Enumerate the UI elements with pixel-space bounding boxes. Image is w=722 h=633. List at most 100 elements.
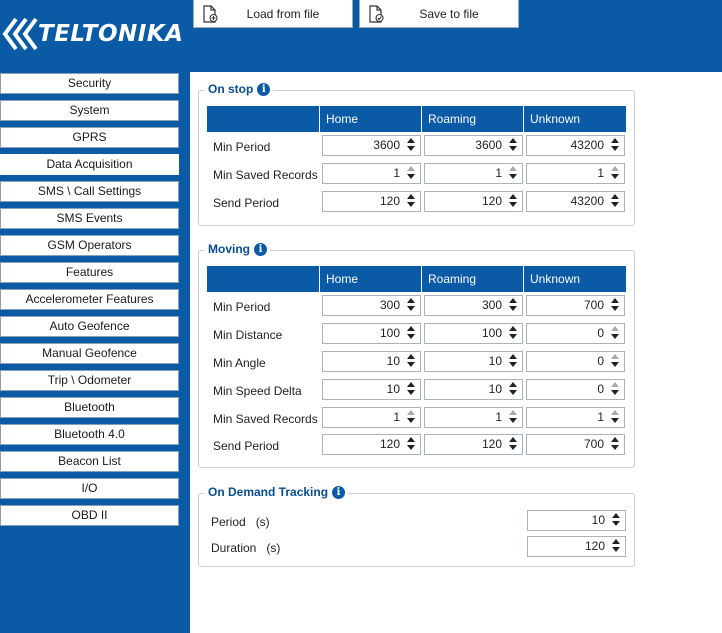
spinner-arrows-icon[interactable] bbox=[609, 165, 621, 182]
sidebar-item-bluetooth-4[interactable]: Bluetooth 4.0 bbox=[0, 424, 179, 445]
moving-send-period-unknown[interactable]: 700 bbox=[526, 434, 625, 455]
load-from-file-button[interactable]: Load from file bbox=[193, 0, 353, 28]
spinner-arrows-icon[interactable] bbox=[507, 165, 519, 182]
on-stop-min-saved-records-unknown[interactable]: 1 bbox=[526, 163, 625, 184]
sidebar-item-accelerometer-features[interactable]: Accelerometer Features bbox=[0, 289, 179, 310]
header-blank bbox=[207, 266, 319, 292]
row-label: Send Period bbox=[213, 439, 280, 453]
moving-min-distance-unknown[interactable]: 0 bbox=[526, 323, 625, 344]
on-stop-min-saved-records-roaming[interactable]: 1 bbox=[424, 163, 523, 184]
info-icon[interactable]: i bbox=[257, 82, 271, 96]
sidebar: Security System GPRS Data Acquisition SM… bbox=[0, 72, 190, 633]
on-stop-min-period-home[interactable]: 3600 bbox=[322, 135, 421, 156]
sidebar-item-trip-odometer[interactable]: Trip \ Odometer bbox=[0, 370, 179, 391]
moving-min-distance-home[interactable]: 100 bbox=[322, 323, 421, 344]
moving-send-period-home[interactable]: 120 bbox=[322, 434, 421, 455]
spinner-arrows-icon[interactable] bbox=[609, 325, 621, 342]
moving-min-saved-records-roaming[interactable]: 1 bbox=[424, 407, 523, 428]
spinner-arrows-icon[interactable] bbox=[405, 436, 417, 453]
sidebar-item-sms-call-settings[interactable]: SMS \ Call Settings bbox=[0, 181, 179, 202]
on-stop-send-period-unknown[interactable]: 43200 bbox=[526, 191, 625, 212]
header-blank bbox=[207, 106, 319, 132]
on-stop-min-saved-records-home[interactable]: 1 bbox=[322, 163, 421, 184]
sidebar-item-data-acquisition[interactable]: Data Acquisition bbox=[0, 154, 179, 175]
spinner-arrows-icon[interactable] bbox=[507, 193, 519, 210]
on-demand-title-text: On Demand Tracking bbox=[208, 485, 329, 499]
moving-min-angle-home[interactable]: 10 bbox=[322, 351, 421, 372]
sidebar-item-security[interactable]: Security bbox=[0, 73, 179, 94]
on-stop-send-period-roaming[interactable]: 120 bbox=[424, 191, 523, 212]
sidebar-item-auto-geofence[interactable]: Auto Geofence bbox=[0, 316, 179, 337]
info-icon[interactable]: i bbox=[254, 242, 267, 256]
save-to-file-button[interactable]: Save to file bbox=[359, 0, 519, 28]
header-home: Home bbox=[319, 266, 421, 292]
moving-min-speed-delta-home[interactable]: 10 bbox=[322, 379, 421, 400]
teltonika-logo: TELTONIKA bbox=[2, 14, 183, 54]
moving-min-angle-unknown[interactable]: 0 bbox=[526, 351, 625, 372]
spinner-arrows-icon[interactable] bbox=[609, 137, 621, 154]
duration-label: Duration (s) bbox=[211, 541, 281, 555]
sidebar-item-bluetooth[interactable]: Bluetooth bbox=[0, 397, 179, 418]
sidebar-item-manual-geofence[interactable]: Manual Geofence bbox=[0, 343, 179, 364]
row-label: Send Period bbox=[213, 196, 280, 210]
spinner-arrows-icon[interactable] bbox=[507, 353, 519, 370]
spinner-arrows-icon[interactable] bbox=[507, 409, 519, 426]
spinner-arrows-icon[interactable] bbox=[609, 381, 621, 398]
spinner-arrows-icon[interactable] bbox=[609, 297, 621, 314]
sidebar-item-gsm-operators[interactable]: GSM Operators bbox=[0, 235, 179, 256]
header-roaming: Roaming bbox=[421, 266, 523, 292]
spinner-arrows-icon[interactable] bbox=[405, 193, 417, 210]
row-label: Min Speed Delta bbox=[213, 384, 302, 398]
spinner-arrows-icon[interactable] bbox=[405, 409, 417, 426]
sidebar-item-beacon-list[interactable]: Beacon List bbox=[0, 451, 179, 472]
on-demand-duration-input[interactable]: 120 bbox=[527, 536, 626, 557]
spinner-arrows-icon[interactable] bbox=[405, 381, 417, 398]
spinner-arrows-icon[interactable] bbox=[507, 137, 519, 154]
row-label: Min Distance bbox=[213, 328, 283, 342]
spinner-arrows-icon[interactable] bbox=[405, 297, 417, 314]
sidebar-item-io[interactable]: I/O bbox=[0, 478, 179, 499]
sidebar-item-obd-ii[interactable]: OBD II bbox=[0, 505, 179, 526]
on-stop-min-period-unknown[interactable]: 43200 bbox=[526, 135, 625, 156]
spinner-arrows-icon[interactable] bbox=[609, 409, 621, 426]
spinner-arrows-icon[interactable] bbox=[507, 436, 519, 453]
moving-min-speed-delta-unknown[interactable]: 0 bbox=[526, 379, 625, 400]
period-label: Period (s) bbox=[211, 515, 270, 529]
save-to-file-label: Save to file bbox=[419, 6, 479, 21]
spinner-arrows-icon[interactable] bbox=[507, 381, 519, 398]
moving-group: Moving i Home Roaming Unknown Min Period… bbox=[198, 242, 635, 468]
spinner-arrows-icon[interactable] bbox=[609, 436, 621, 453]
spinner-arrows-icon[interactable] bbox=[405, 137, 417, 154]
on-stop-send-period-home[interactable]: 120 bbox=[322, 191, 421, 212]
header-home: Home bbox=[319, 106, 421, 132]
on-demand-period-input[interactable]: 10 bbox=[527, 510, 626, 531]
moving-min-angle-roaming[interactable]: 10 bbox=[424, 351, 523, 372]
moving-min-period-roaming[interactable]: 300 bbox=[424, 295, 523, 316]
info-icon[interactable]: i bbox=[332, 485, 346, 499]
moving-min-saved-records-home[interactable]: 1 bbox=[322, 407, 421, 428]
spinner-arrows-icon[interactable] bbox=[610, 538, 622, 555]
on-stop-group: On stop i Home Roaming Unknown Min Perio… bbox=[198, 82, 635, 226]
moving-min-speed-delta-roaming[interactable]: 10 bbox=[424, 379, 523, 400]
sidebar-item-sms-events[interactable]: SMS Events bbox=[0, 208, 179, 229]
moving-send-period-roaming[interactable]: 120 bbox=[424, 434, 523, 455]
moving-min-period-unknown[interactable]: 700 bbox=[526, 295, 625, 316]
spinner-arrows-icon[interactable] bbox=[507, 325, 519, 342]
spinner-arrows-icon[interactable] bbox=[405, 353, 417, 370]
moving-min-distance-roaming[interactable]: 100 bbox=[424, 323, 523, 344]
on-demand-tracking-group: On Demand Tracking i Period (s) 10 Durat… bbox=[198, 485, 635, 567]
spinner-arrows-icon[interactable] bbox=[405, 325, 417, 342]
on-stop-table-header: Home Roaming Unknown bbox=[207, 106, 626, 132]
spinner-arrows-icon[interactable] bbox=[609, 353, 621, 370]
moving-min-saved-records-unknown[interactable]: 1 bbox=[526, 407, 625, 428]
spinner-arrows-icon[interactable] bbox=[610, 512, 622, 529]
sidebar-item-system[interactable]: System bbox=[0, 100, 179, 121]
moving-min-period-home[interactable]: 300 bbox=[322, 295, 421, 316]
sidebar-item-gprs[interactable]: GPRS bbox=[0, 127, 179, 148]
spinner-arrows-icon[interactable] bbox=[609, 193, 621, 210]
sidebar-item-features[interactable]: Features bbox=[0, 262, 179, 283]
spinner-arrows-icon[interactable] bbox=[507, 297, 519, 314]
on-stop-min-period-roaming[interactable]: 3600 bbox=[424, 135, 523, 156]
teltonika-logo-mark-icon bbox=[2, 17, 38, 51]
spinner-arrows-icon[interactable] bbox=[405, 165, 417, 182]
